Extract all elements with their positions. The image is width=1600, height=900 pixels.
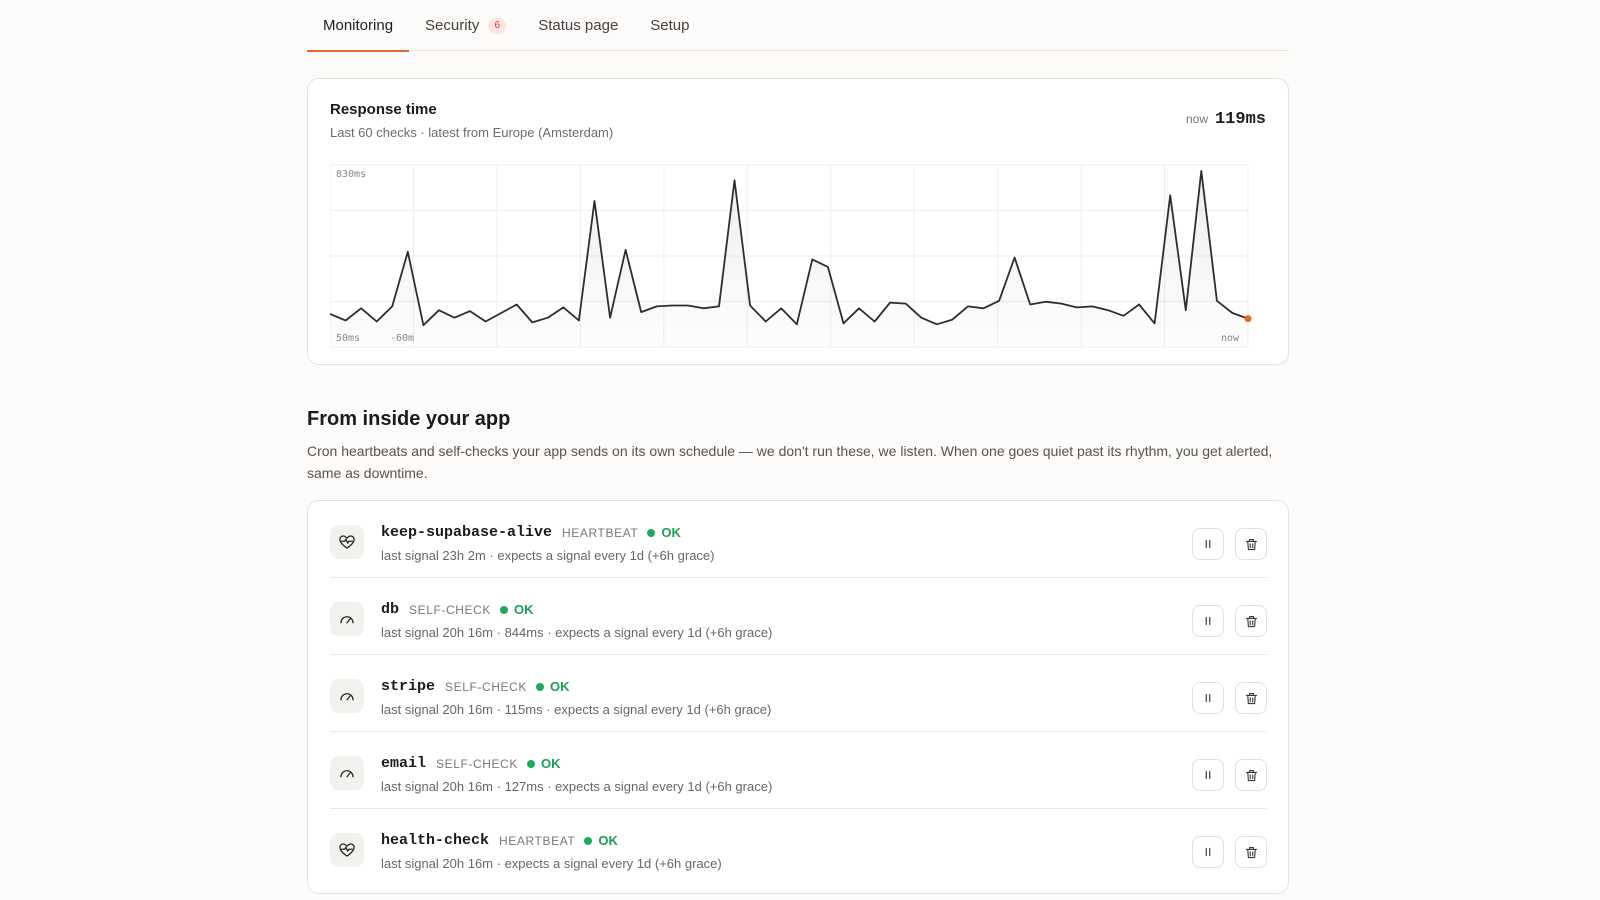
check-name: db xyxy=(381,601,400,618)
tab-setup[interactable]: Setup xyxy=(634,0,705,51)
check-detail: last signal 20h 16m · 115ms · expects a … xyxy=(381,702,772,717)
pause-button[interactable] xyxy=(1192,528,1224,560)
delete-button[interactable] xyxy=(1235,682,1267,714)
y-max-label: 830ms xyxy=(336,169,366,180)
tab-label: Status page xyxy=(538,17,619,34)
pause-icon xyxy=(1205,770,1211,780)
check-kind: SELF-CHECK xyxy=(445,679,528,694)
check-detail: last signal 20h 16m · 127ms · expects a … xyxy=(381,779,773,794)
gauge-icon xyxy=(330,756,364,790)
check-header: stripe SELF-CHECK OK xyxy=(381,678,570,695)
section-description: Cron heartbeats and self-checks your app… xyxy=(307,443,1273,481)
trash-icon xyxy=(1245,846,1257,858)
check-name: health-check xyxy=(381,832,490,849)
status-dot xyxy=(536,682,545,691)
delete-button[interactable] xyxy=(1235,759,1267,791)
pause-icon xyxy=(1205,539,1211,549)
status-badge: OK xyxy=(500,602,534,617)
check-detail: last signal 20h 16m · expects a signal e… xyxy=(381,856,722,871)
heartbeat-icon xyxy=(330,525,364,559)
checks-list: keep-supabase-alive HEARTBEAT OK last si… xyxy=(307,500,1289,894)
list-item: email SELF-CHECK OK last signal 20h 16m … xyxy=(330,732,1267,809)
tab-monitoring[interactable]: Monitoring xyxy=(307,0,410,52)
status-dot xyxy=(647,528,656,537)
check-kind: HEARTBEAT xyxy=(499,833,576,848)
response-time-card: Response time Last 60 checks · latest fr… xyxy=(307,78,1289,365)
gauge-icon xyxy=(330,602,364,636)
check-header: health-check HEARTBEAT OK xyxy=(381,832,618,849)
status-text: OK xyxy=(550,679,570,694)
heartbeat-icon xyxy=(330,833,364,867)
response-time-subtitle: Last 60 checks · latest from Europe (Ams… xyxy=(330,125,614,140)
pause-button[interactable] xyxy=(1192,759,1224,791)
gauge-icon xyxy=(330,679,364,713)
list-item: db SELF-CHECK OK last signal 20h 16m · 8… xyxy=(330,578,1267,655)
status-text: OK xyxy=(598,833,618,848)
tab-status-page[interactable]: Status page xyxy=(522,0,634,51)
series-line xyxy=(330,170,1249,327)
status-dot xyxy=(527,759,536,768)
delete-button[interactable] xyxy=(1235,528,1267,560)
trash-icon xyxy=(1245,692,1257,704)
check-detail: last signal 23h 2m · expects a signal ev… xyxy=(381,548,715,563)
security-count-badge: 6 xyxy=(488,17,507,34)
x-start-label: -60m xyxy=(390,333,414,344)
trash-icon xyxy=(1245,615,1257,627)
status-badge: OK xyxy=(527,756,561,771)
x-end-label: now xyxy=(1221,333,1240,344)
response-time-chart: 830ms 50ms -60m now xyxy=(330,164,1252,348)
series-area xyxy=(330,170,1248,347)
list-item: stripe SELF-CHECK OK last signal 20h 16m… xyxy=(330,655,1267,732)
delete-button[interactable] xyxy=(1235,836,1267,868)
status-text: OK xyxy=(661,525,681,540)
status-dot xyxy=(500,605,509,614)
tab-label: Setup xyxy=(650,17,690,34)
status-badge: OK xyxy=(584,833,618,848)
list-item: keep-supabase-alive HEARTBEAT OK last si… xyxy=(330,501,1267,578)
list-item: health-check HEARTBEAT OK last signal 20… xyxy=(330,809,1267,886)
delete-button[interactable] xyxy=(1235,605,1267,637)
check-header: keep-supabase-alive HEARTBEAT OK xyxy=(381,524,681,541)
trash-icon xyxy=(1245,769,1257,781)
section-title: From inside your app xyxy=(307,408,511,430)
status-text: OK xyxy=(514,602,534,617)
tab-label: Monitoring xyxy=(323,17,394,34)
check-header: db SELF-CHECK OK xyxy=(381,601,534,618)
status-badge: OK xyxy=(647,525,681,540)
check-kind: SELF-CHECK xyxy=(409,602,492,617)
pause-button[interactable] xyxy=(1192,836,1224,868)
check-kind: HEARTBEAT xyxy=(562,525,639,540)
y-min-label: 50ms xyxy=(336,333,360,344)
pause-icon xyxy=(1205,616,1211,626)
check-kind: SELF-CHECK xyxy=(436,756,519,771)
check-name: email xyxy=(381,755,427,772)
status-badge: OK xyxy=(536,679,570,694)
pause-button[interactable] xyxy=(1192,682,1224,714)
tab-security[interactable]: Security 6 xyxy=(409,0,522,51)
check-name: keep-supabase-alive xyxy=(381,524,553,541)
status-text: OK xyxy=(541,756,561,771)
check-name: stripe xyxy=(381,678,436,695)
tab-bar: Monitoring Security 6 Status page Setup xyxy=(307,0,1289,52)
check-detail: last signal 20h 16m · 844ms · expects a … xyxy=(381,625,773,640)
status-dot xyxy=(584,836,593,845)
now-value: 119ms xyxy=(1214,110,1266,129)
trash-icon xyxy=(1245,538,1257,550)
current-response-time: now 119ms xyxy=(1186,110,1266,129)
pause-icon xyxy=(1205,693,1211,703)
tab-label: Security xyxy=(425,17,480,34)
response-time-title: Response time xyxy=(330,101,437,118)
now-label: now xyxy=(1185,112,1208,126)
check-header: email SELF-CHECK OK xyxy=(381,755,561,772)
pause-button[interactable] xyxy=(1192,605,1224,637)
latest-point xyxy=(1244,315,1252,323)
pause-icon xyxy=(1205,847,1211,857)
